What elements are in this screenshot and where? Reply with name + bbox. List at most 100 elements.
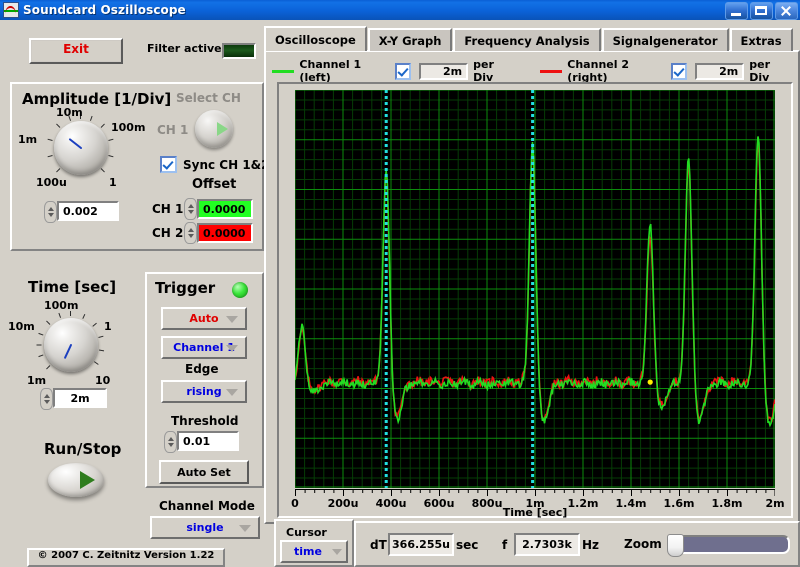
offset-ch2-label: CH 2 (152, 226, 184, 240)
threshold-label: Threshold (171, 414, 239, 428)
exit-button[interactable]: Exit (29, 38, 123, 64)
channel1-label: Channel 1 (left) (299, 58, 362, 84)
time-knob-label-10m: 10m (8, 320, 35, 333)
dt-label: dT (370, 538, 387, 552)
channel1-per-div-label: per Div (473, 58, 494, 84)
frequency-unit: Hz (582, 538, 600, 552)
trigger-source-dropdown[interactable]: Channel 1 (161, 336, 247, 359)
zoom-label: Zoom (624, 537, 662, 551)
time-knob[interactable] (36, 311, 105, 372)
channel-mode-value: single (186, 521, 224, 534)
amplitude-knob-label-100u: 100u (36, 176, 67, 189)
channel2-label: Channel 2 (right) (567, 58, 629, 84)
channel2-per-div-value[interactable]: 2m (695, 62, 745, 80)
time-knob-label-1m: 1m (27, 374, 47, 387)
amplitude-value[interactable]: 0.002 (57, 201, 119, 221)
cursor-mode-value: time (294, 545, 322, 558)
scope-canvas (295, 90, 775, 488)
channel-mode-dropdown[interactable]: single (150, 516, 260, 539)
window-controls (725, 2, 798, 20)
runstop-button[interactable] (48, 463, 104, 497)
trigger-threshold-panel: Threshold 0.01 Auto Set (145, 408, 264, 488)
runstop-label: Run/Stop (44, 440, 122, 458)
tab-xy-graph[interactable]: X-Y Graph (367, 28, 453, 51)
trigger-panel: Trigger Auto Channel 1 Edge rising (145, 272, 264, 414)
window-titlebar: Soundcard Oszilloscope (0, 0, 800, 20)
offset-title: Offset (192, 177, 237, 192)
amplitude-knob-label-10m: 10m (56, 106, 83, 119)
chevron-down-icon (226, 388, 238, 396)
cursor-readout-panel: dT 366.255u sec f 2.7303k Hz Zoom (354, 521, 800, 567)
window-title: Soundcard Oszilloscope (23, 3, 186, 17)
trigger-title: Trigger (155, 279, 216, 297)
threshold-value[interactable]: 0.01 (177, 431, 239, 451)
threshold-field[interactable]: 0.01 (164, 431, 239, 453)
sync-ch-checkbox[interactable] (160, 156, 177, 173)
tab-signalgenerator[interactable]: Signalgenerator (601, 28, 729, 51)
dt-value: 366.255u (388, 533, 454, 556)
offset-ch1-label: CH 1 (152, 202, 184, 216)
select-ch-label: Select CH (176, 91, 241, 105)
x-axis-title: Time [sec] (502, 506, 568, 519)
select-ch-knob[interactable] (195, 110, 233, 148)
trigger-edge-dropdown[interactable]: rising (161, 380, 247, 403)
chevron-down-icon (239, 524, 251, 532)
filter-active-label: Filter active (147, 42, 222, 55)
auto-set-button[interactable]: Auto Set (159, 460, 249, 484)
amplitude-knob-label-1m: 1m (18, 133, 38, 146)
scope-plot[interactable] (295, 90, 775, 488)
filter-active-led (222, 43, 256, 59)
maximize-icon[interactable] (750, 2, 773, 20)
amplitude-stepper[interactable] (44, 201, 57, 223)
amplitude-value-field[interactable]: 0.002 (44, 201, 119, 223)
tab-oscilloscope[interactable]: Oscilloscope (264, 26, 367, 51)
amplitude-knob[interactable] (47, 114, 114, 175)
close-icon[interactable] (775, 2, 798, 20)
trigger-led (232, 282, 248, 298)
time-knob-label-1: 1 (104, 320, 112, 333)
channel1-color-swatch (272, 69, 295, 73)
time-value-field[interactable]: 2m (40, 388, 107, 410)
time-value[interactable]: 2m (53, 388, 107, 408)
offset-ch2-stepper[interactable] (184, 222, 197, 244)
x-axis: 0 200u 400u 600u 800u 1m 1.2m 1.4m 1.6m 1.8m 2m (291, 489, 785, 510)
time-knob-label-10: 10 (95, 374, 111, 387)
zoom-slider-thumb[interactable] (667, 534, 684, 557)
channel2-enable-checkbox[interactable] (671, 62, 688, 80)
channel1-enable-checkbox[interactable] (394, 62, 412, 80)
amplitude-panel: Amplitude [1/Div] 100u 1m 10m 100m 1 0.0… (10, 82, 270, 251)
minimize-icon[interactable] (725, 2, 748, 20)
threshold-stepper[interactable] (164, 431, 177, 453)
time-knob-label-100m: 100m (44, 299, 79, 312)
trigger-mode-dropdown[interactable]: Auto (161, 307, 247, 330)
frequency-value: 2.7303k (514, 533, 580, 556)
oscilloscope-window: Soundcard Oszilloscope Exit Filter activ… (0, 0, 800, 567)
time-stepper[interactable] (40, 388, 53, 410)
tab-strip: Oscilloscope X-Y Graph Frequency Analysi… (264, 26, 794, 51)
frequency-label: f (502, 538, 508, 552)
copyright-label: © 2007 C. Zeitnitz Version 1.22 (27, 548, 225, 567)
offset-ch1-stepper[interactable] (184, 198, 197, 220)
trigger-edge-label: Edge (185, 362, 219, 376)
channel2-color-swatch (539, 69, 563, 73)
time-title: Time [sec] (28, 278, 117, 296)
cursor-mode-dropdown[interactable]: time (280, 540, 348, 563)
channel1-per-div-value[interactable]: 2m (419, 62, 469, 80)
channel2-per-div-label: per Div (749, 58, 771, 84)
offset-ch2-value[interactable]: 0.0000 (197, 223, 253, 243)
chevron-down-icon (332, 548, 342, 555)
dt-unit: sec (456, 538, 479, 552)
sync-ch-row[interactable]: Sync CH 1&2 (160, 156, 270, 173)
tab-extras[interactable]: Extras (729, 28, 793, 51)
amplitude-knob-label-1: 1 (109, 176, 117, 189)
trigger-edge-value: rising (186, 385, 222, 398)
amplitude-knob-label-100m: 100m (111, 121, 146, 134)
cursor-label: Cursor (286, 526, 327, 539)
tab-frequency-analysis[interactable]: Frequency Analysis (453, 28, 601, 51)
offset-row-ch1: CH 1 0.0000 (152, 198, 253, 220)
sync-ch-label: Sync CH 1&2 (183, 157, 270, 172)
trigger-mode-value: Auto (189, 312, 219, 325)
zoom-slider[interactable] (667, 534, 790, 557)
offset-row-ch2: CH 2 0.0000 (152, 222, 253, 244)
offset-ch1-value[interactable]: 0.0000 (197, 199, 253, 219)
